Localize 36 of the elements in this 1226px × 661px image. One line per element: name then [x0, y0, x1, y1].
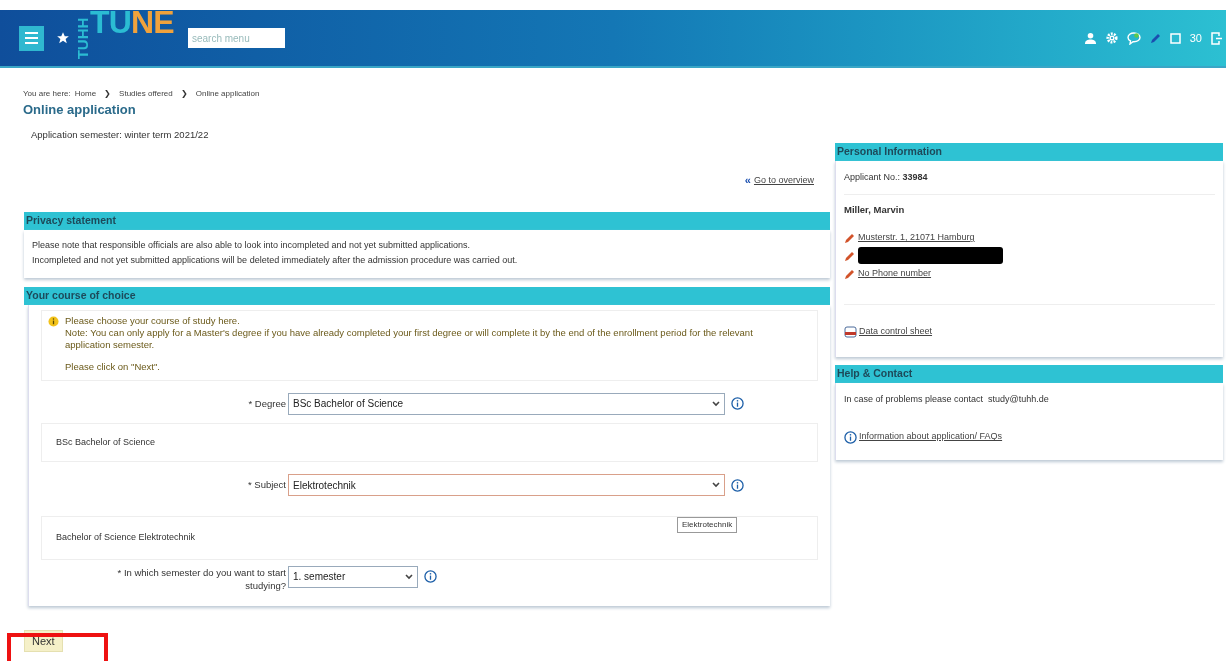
notice-text: Please click on "Next".	[65, 360, 161, 375]
contact-link[interactable]: No Phone number	[858, 267, 932, 281]
faq-link[interactable]: Information about application/ FAQs	[859, 430, 1003, 444]
breadcrumb-link[interactable]: Online application	[195, 88, 260, 100]
privacy-text: Please note that responsible officials are also able to look into incompleted and not yet submitted applications. Incompleted and not yet submitted applications will be deleted immediately after the admission procedure was carried out.	[24, 230, 830, 279]
page-title: Online application	[22, 101, 137, 119]
breadcrumb-link[interactable]: Studies offered	[119, 88, 173, 100]
tooltip: Elektrotechnik	[677, 517, 738, 533]
breadcrumb-label: You are here:	[23, 88, 71, 100]
notice-text: Please choose your course of study here. Note: You can only apply for a Master's degree if you have already completed your first degree or will complete it by the end of the enrollment period for the relevant application semester.	[65, 315, 754, 352]
section-header: Privacy statement	[24, 212, 830, 231]
applicant-number: Applicant No.: 33984	[844, 170, 1215, 195]
logo-vertical-text: TUHH	[76, 17, 90, 61]
session-counter: 30	[1189, 30, 1202, 46]
field-label: * In which semester do you want to start studying?	[116, 565, 287, 592]
double-chevron-icon: «	[744, 175, 751, 186]
field-label: * Degree	[247, 397, 287, 410]
field-label: * Subject	[246, 479, 287, 491]
caption-box: BSc Bachelor of Science	[41, 422, 818, 462]
data-control-sheet-link[interactable]: Data control sheet	[859, 325, 933, 339]
breadcrumb-link[interactable]: Home	[74, 88, 97, 100]
chevron-icon: ❯	[176, 88, 192, 100]
section-header: Help & Contact	[835, 364, 1223, 383]
overview-link[interactable]: Go to overview	[753, 173, 814, 188]
section-header: Personal Information	[835, 142, 1223, 161]
caption-box: Bachelor of Science Elektrotechnik Elektrotechnik	[41, 516, 818, 560]
contact-link[interactable]: Musterstr. 1, 21071 Hamburg	[858, 231, 975, 245]
select-field[interactable]: 1. semester	[288, 565, 418, 588]
applicant-name: Miller, Marvin	[844, 203, 906, 217]
section-header: Your course of choice	[24, 287, 830, 306]
search-field[interactable]: search menu	[187, 28, 285, 48]
chevron-icon: ❯	[100, 88, 116, 100]
semester-text: Application semester: winter term 2021/22	[30, 127, 210, 142]
select-field[interactable]: Elektrotechnik	[288, 474, 725, 496]
help-text: In case of problems please contact study@tuhh.de	[844, 392, 1050, 406]
select-field[interactable]: BSc Bachelor of Science	[288, 392, 725, 415]
